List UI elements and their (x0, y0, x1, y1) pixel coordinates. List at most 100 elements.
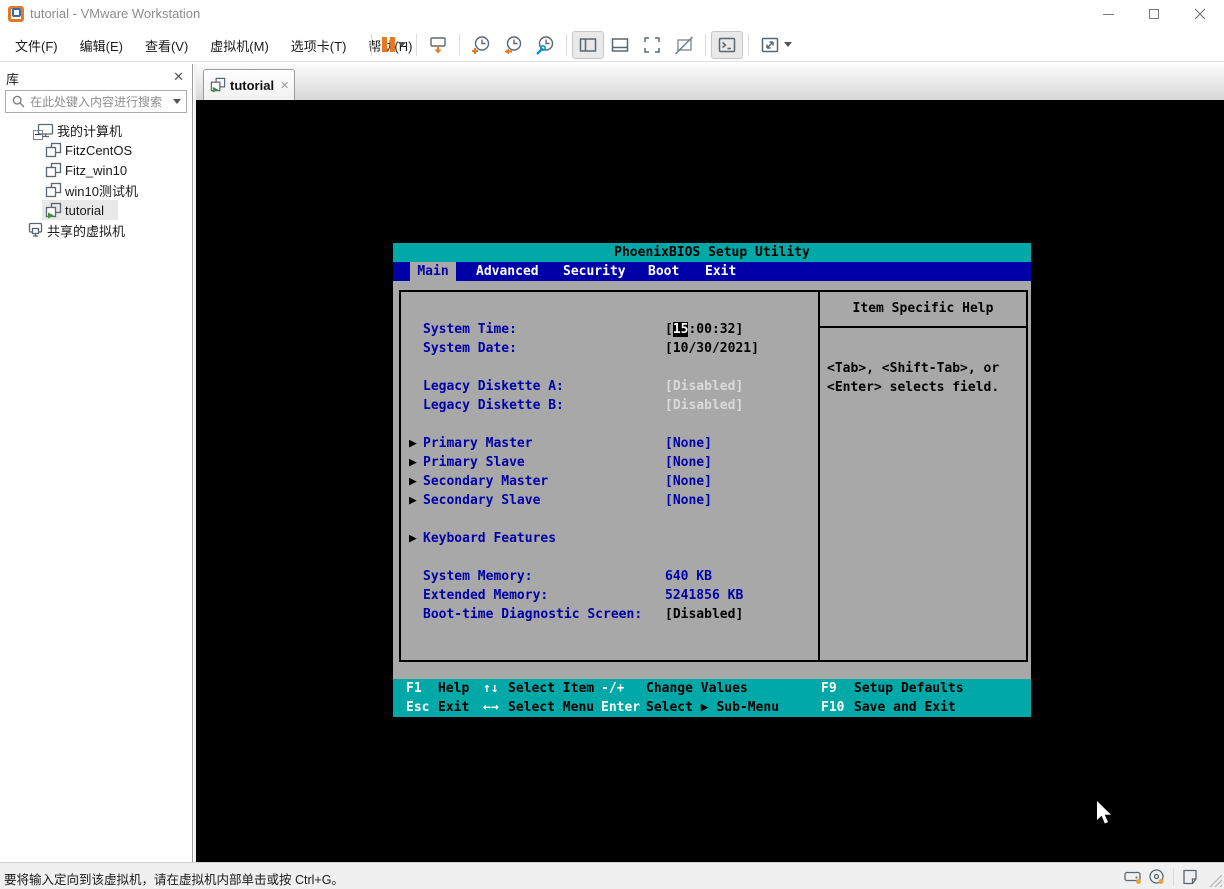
bios-tab-main[interactable]: Main (410, 262, 456, 281)
tree-item-fitz-win10[interactable]: Fitz_win10 (0, 160, 192, 180)
maximize-icon (1149, 9, 1159, 19)
status-bar: 要将输入定向到该虚拟机，请在虚拟机内部单击或按 Ctrl+G。 (0, 862, 1224, 889)
bios-tab-exit[interactable]: Exit (705, 262, 736, 281)
cdrom-status-icon[interactable] (1145, 865, 1169, 889)
submenu-arrow-icon: ▶ (409, 529, 417, 548)
toolbar-separator (566, 34, 567, 56)
bios-row-keyboard-features[interactable]: ▶ Keyboard Features (401, 529, 818, 548)
minimize-button[interactable] (1086, 0, 1130, 28)
tree-item-label: Fitz_win10 (65, 163, 127, 178)
toolbar-separator (416, 34, 417, 56)
snapshot-manager-button[interactable] (529, 31, 561, 59)
unity-mode-button[interactable] (668, 31, 700, 59)
toolbar-separator (705, 34, 706, 56)
show-library-button[interactable] (572, 31, 604, 59)
bios-row-diskette-a[interactable]: Legacy Diskette A: [Disabled] (401, 377, 818, 396)
stretch-guest-icon (759, 34, 781, 56)
bios-tab-advanced[interactable]: Advanced (476, 262, 539, 281)
tree-item-tutorial[interactable]: tutorial (0, 200, 192, 220)
fullscreen-button[interactable] (636, 31, 668, 59)
vmware-logo-icon (8, 6, 24, 22)
submenu-arrow-icon: ▶ (409, 491, 417, 510)
tree-item-shared-vms[interactable]: 共享的虚拟机 (0, 220, 192, 240)
key-esc-desc: Exit (438, 698, 469, 717)
mouse-cursor (1096, 801, 1114, 827)
key-enter-desc: Select ▶ Sub-Menu (646, 698, 779, 717)
vm-screen[interactable]: PhoenixBIOS Setup Utility Main Advanced … (196, 100, 1224, 862)
menu-tabs[interactable]: 选项卡(T) (280, 28, 358, 62)
key-updown: ↑↓ (483, 679, 499, 698)
submenu-arrow-icon: ▶ (409, 453, 417, 472)
field-value: [None] (665, 453, 712, 472)
bios-tab-security[interactable]: Security (563, 262, 626, 281)
menu-bar: 文件(F) 编辑(E) 查看(V) 虚拟机(M) 选项卡(T) 帮助(H) (4, 28, 423, 62)
tree-item-label: win10测试机 (65, 181, 138, 200)
device-status-icons (1121, 863, 1220, 889)
field-label: System Date: (423, 339, 517, 358)
library-close-icon[interactable]: ✕ (173, 68, 184, 86)
tree-item-fitzcentos[interactable]: FitzCentOS (0, 140, 192, 160)
tab-label: tutorial (230, 78, 274, 93)
minimize-icon (1103, 14, 1114, 15)
bios-row-system-memory[interactable]: System Memory: 640 KB (401, 567, 818, 586)
search-input[interactable] (30, 95, 171, 109)
field-label: Legacy Diskette A: (423, 377, 564, 396)
field-label: Primary Slave (423, 453, 525, 472)
bios-settings-panel: System Time: [15:00:32] System Date: [10… (399, 290, 820, 662)
menu-vm[interactable]: 虚拟机(M) (199, 28, 280, 62)
field-value: 640 KB (665, 567, 712, 586)
show-thumbnail-bar-button[interactable] (604, 31, 636, 59)
library-header: 库 ✕ (0, 66, 192, 88)
bios-row-primary-slave[interactable]: ▶ Primary Slave [None] (401, 453, 818, 472)
bios-row-secondary-slave[interactable]: ▶ Secondary Slave [None] (401, 491, 818, 510)
key-f9-desc: Setup Defaults (854, 679, 964, 698)
toolbar-separator (371, 34, 372, 56)
bios-row-primary-master[interactable]: ▶ Primary Master [None] (401, 434, 818, 453)
menu-file[interactable]: 文件(F) (4, 28, 69, 62)
send-ctrl-alt-del-button[interactable] (422, 31, 454, 59)
menu-edit[interactable]: 编辑(E) (69, 28, 134, 62)
library-panel-icon (577, 34, 599, 56)
bios-row-system-time[interactable]: System Time: [15:00:32] (401, 320, 818, 339)
field-label: System Memory: (423, 567, 533, 586)
tree-item-win10-test[interactable]: win10测试机 (0, 180, 192, 200)
vm-running-icon (44, 201, 62, 219)
bios-tab-boot[interactable]: Boot (648, 262, 679, 281)
bios-row-extended-memory[interactable]: Extended Memory: 5241856 KB (401, 586, 818, 605)
field-label: Legacy Diskette B: (423, 396, 564, 415)
search-icon (12, 95, 25, 108)
tree-item-my-computer[interactable]: 我的计算机 (0, 120, 192, 140)
bios-row-system-date[interactable]: System Date: [10/30/2021] (401, 339, 818, 358)
take-snapshot-icon (470, 34, 492, 56)
thumbnail-bar-icon (609, 34, 631, 56)
key-f10: F10 (821, 698, 844, 717)
field-value: [Disabled] (665, 396, 743, 415)
tab-close-icon[interactable]: ✕ (280, 79, 289, 92)
tab-tutorial[interactable]: tutorial ✕ (203, 69, 295, 100)
field-value: [Disabled] (665, 377, 743, 396)
pause-button[interactable] (377, 31, 411, 59)
take-snapshot-button[interactable] (465, 31, 497, 59)
bios-row-secondary-master[interactable]: ▶ Secondary Master [None] (401, 472, 818, 491)
key-plusminus: -/+ (601, 679, 624, 698)
bios-row-boot-diagnostic[interactable]: Boot-time Diagnostic Screen: [Disabled] (401, 605, 818, 624)
send-ctrl-alt-del-icon (427, 34, 449, 56)
message-log-icon[interactable] (1178, 865, 1202, 889)
revert-snapshot-button[interactable] (497, 31, 529, 59)
chevron-down-icon (398, 42, 406, 47)
field-label: System Time: (423, 320, 517, 339)
help-panel-title: Item Specific Help (820, 292, 1026, 328)
maximize-button[interactable] (1132, 0, 1176, 28)
close-button[interactable] (1178, 0, 1222, 28)
bios-row-diskette-b[interactable]: Legacy Diskette B: [Disabled] (401, 396, 818, 415)
console-button[interactable] (711, 31, 743, 59)
vm-icon (44, 181, 62, 199)
tree-item-label: 共享的虚拟机 (47, 221, 125, 240)
stretch-guest-button[interactable] (754, 31, 797, 59)
key-leftright: ←→ (483, 698, 499, 717)
menu-view[interactable]: 查看(V) (134, 28, 199, 62)
resize-grip[interactable] (1209, 874, 1223, 888)
hard-disk-status-icon[interactable] (1121, 865, 1145, 889)
help-line: <Tab>, <Shift-Tab>, or (827, 359, 1026, 378)
search-dropdown-icon[interactable] (173, 99, 181, 104)
